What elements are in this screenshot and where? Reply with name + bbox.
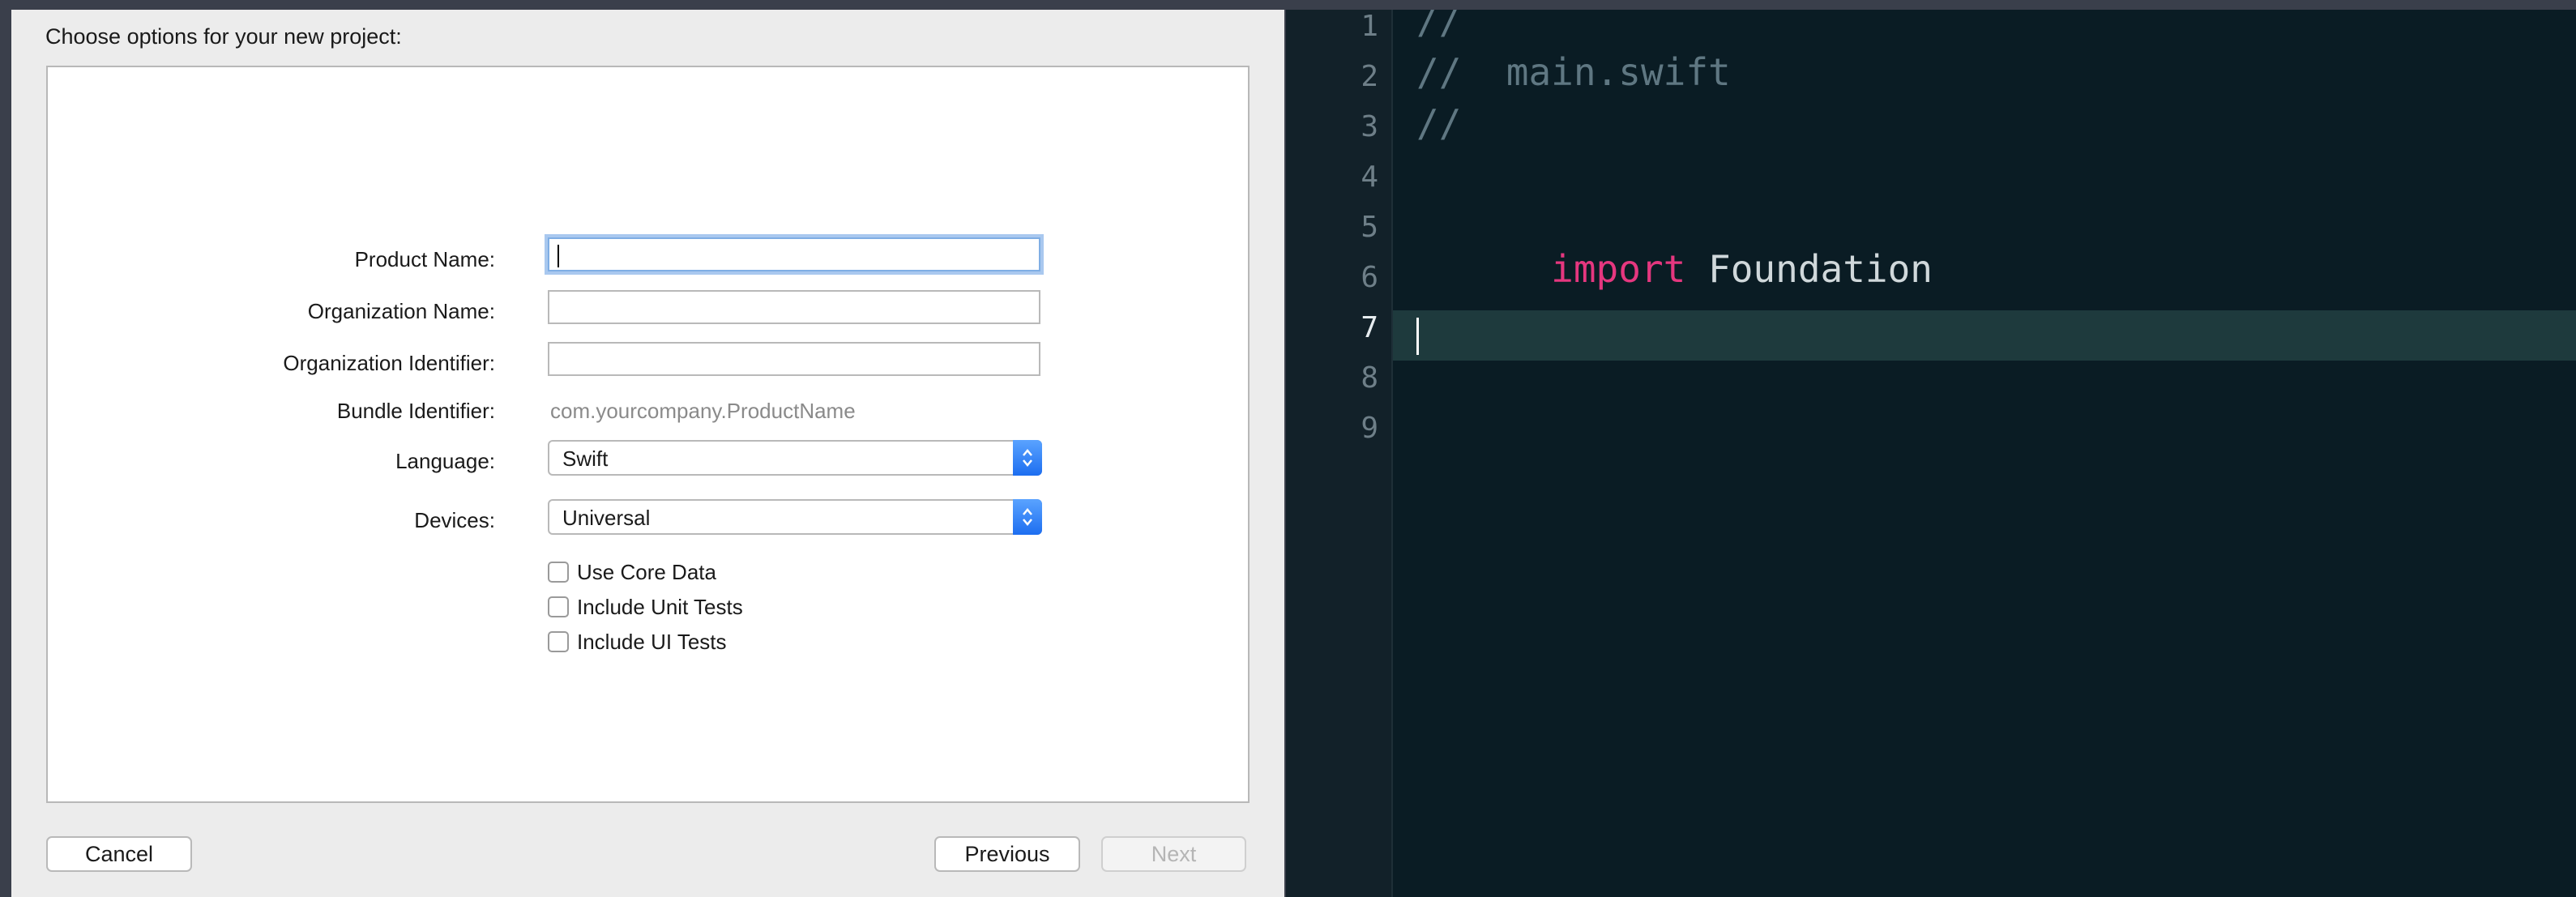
line-number-current: 7 — [1361, 311, 1378, 344]
dialog-heading: Choose options for your new project: — [45, 24, 402, 49]
bundle-identifier-value: com.yourcompany.ProductName — [550, 399, 856, 423]
checkbox-box[interactable] — [548, 562, 569, 583]
options-panel: Product Name: Organization Name: Organiz… — [46, 66, 1250, 803]
module-name: Foundation — [1685, 247, 1933, 291]
bundle-identifier-label: Bundle Identifier: — [336, 399, 495, 423]
chevron-updown-icon — [1013, 440, 1042, 476]
code-line-3: // — [1416, 101, 1462, 145]
code-editor[interactable]: 1 2 3 4 5 6 7 8 9 // // main.swift // im… — [1286, 10, 2576, 897]
organization-name-field[interactable] — [548, 290, 1040, 324]
organization-identifier-label: Organization Identifier: — [283, 351, 495, 375]
checkbox-label: Include Unit Tests — [577, 595, 743, 619]
devices-label: Devices: — [414, 508, 495, 532]
line-number: 4 — [1361, 160, 1378, 194]
code-line-2: // main.swift — [1416, 50, 1731, 94]
checkbox-label: Use Core Data — [577, 560, 716, 584]
chevron-updown-icon — [1013, 499, 1042, 535]
checkbox-box[interactable] — [548, 631, 569, 652]
keyword-import: import — [1551, 247, 1686, 291]
language-popup[interactable]: Swift — [548, 440, 1042, 476]
previous-button[interactable]: Previous — [934, 836, 1080, 872]
devices-value: Universal — [562, 506, 651, 530]
code-area[interactable]: // // main.swift // import Foundation — [1416, 10, 2576, 897]
language-label: Language: — [395, 449, 495, 473]
checkbox-box[interactable] — [548, 596, 569, 617]
line-number: 6 — [1361, 261, 1378, 294]
devices-popup[interactable]: Universal — [548, 499, 1042, 535]
text-caret — [557, 245, 559, 267]
line-number: 9 — [1361, 412, 1378, 445]
organization-identifier-field[interactable] — [548, 342, 1040, 376]
organization-name-label: Organization Name: — [307, 299, 495, 323]
language-value: Swift — [562, 446, 609, 471]
next-button[interactable]: Next — [1101, 836, 1246, 872]
cancel-button[interactable]: Cancel — [46, 836, 192, 872]
line-number: 3 — [1361, 110, 1378, 143]
line-number: 2 — [1361, 60, 1378, 93]
text-caret — [1416, 318, 1419, 355]
product-name-label: Product Name: — [354, 247, 495, 271]
checkbox-label: Include UI Tests — [577, 630, 727, 654]
line-number: 1 — [1361, 10, 1378, 43]
project-options-dialog: Choose options for your new project: Pro… — [11, 10, 1284, 897]
code-line-1: // — [1416, 10, 1462, 42]
line-number: 5 — [1361, 211, 1378, 244]
line-number: 8 — [1361, 361, 1378, 395]
line-number-gutter: 1 2 3 4 5 6 7 8 9 — [1286, 10, 1393, 897]
code-line-5: import Foundation — [1416, 203, 1933, 335]
product-name-field[interactable] — [548, 237, 1040, 271]
